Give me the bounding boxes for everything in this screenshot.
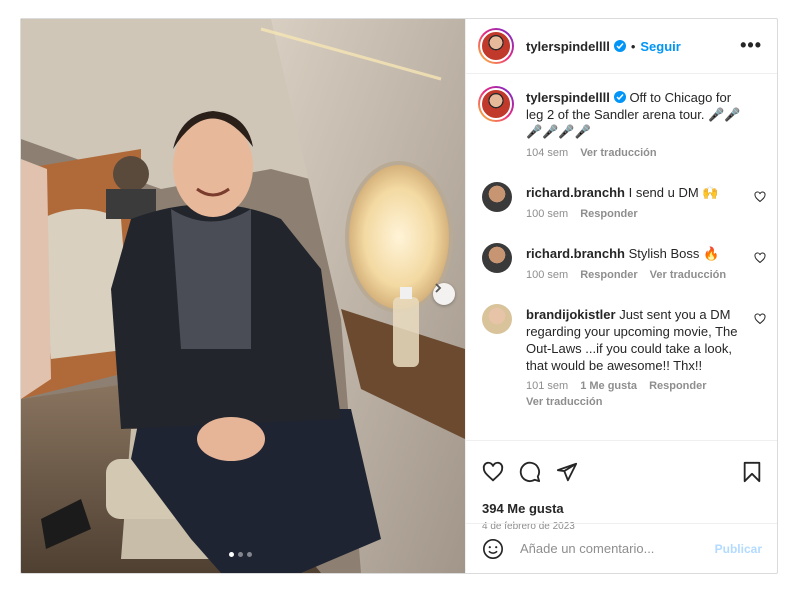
author-username[interactable]: tylerspindellll xyxy=(526,39,610,54)
reply-button[interactable]: Responder xyxy=(580,208,637,220)
like-icon[interactable] xyxy=(482,461,504,483)
follow-button[interactable]: Seguir xyxy=(640,39,680,54)
comment-item: richard.branchh I send u DM 🙌 xyxy=(526,184,746,201)
comment-time: 101 sem xyxy=(526,380,569,392)
post-media[interactable] xyxy=(21,19,465,573)
carousel-dot xyxy=(238,552,243,557)
comment-input[interactable] xyxy=(518,540,707,557)
comment-time: 100 sem xyxy=(526,208,569,220)
verified-badge-icon xyxy=(613,91,626,103)
reply-button[interactable]: Responder xyxy=(580,269,637,281)
comment-text: Stylish Boss 🔥 xyxy=(628,246,720,261)
comment-meta: 100 sem Responder xyxy=(526,208,650,220)
comment-item: brandijokistler Just sent you a DM regar… xyxy=(526,306,746,374)
comment-meta-translate: Ver traducción xyxy=(526,396,614,408)
emoji-icon[interactable] xyxy=(482,538,504,560)
author-avatar[interactable] xyxy=(478,28,514,64)
comment-like-icon[interactable] xyxy=(754,191,766,203)
add-comment-bar: Publicar xyxy=(466,523,777,573)
save-icon[interactable] xyxy=(742,461,762,483)
photo-jet-interior xyxy=(21,19,465,573)
caption-text: tylerspindellll Off to Chicago for leg 2… xyxy=(526,89,746,140)
comment-likes-count[interactable]: 1 Me gusta xyxy=(580,380,637,392)
comment-text: I send u DM 🙌 xyxy=(628,185,719,200)
caption-translate-link[interactable]: Ver traducción xyxy=(580,147,656,159)
chevron-right-icon xyxy=(435,283,442,293)
carousel-dot xyxy=(247,552,252,557)
comment-time: 100 sem xyxy=(526,269,569,281)
post-header: tylerspindellll • Seguir ••• xyxy=(466,19,777,74)
comment-like-icon[interactable] xyxy=(754,252,766,264)
comments-list: tylerspindellll Off to Chicago for leg 2… xyxy=(466,74,777,440)
post-side-panel: tylerspindellll • Seguir ••• tylerspindell… xyxy=(465,19,777,573)
carousel-indicator xyxy=(229,552,252,557)
comment-like-icon[interactable] xyxy=(754,313,766,325)
comment-username[interactable]: brandijokistler xyxy=(526,307,616,322)
caption-avatar[interactable] xyxy=(478,86,514,122)
comment-username[interactable]: richard.branchh xyxy=(526,185,625,200)
caption-time: 104 sem xyxy=(526,147,569,159)
caption-username[interactable]: tylerspindellll xyxy=(526,90,610,105)
caption-meta: 104 sem Ver traducción xyxy=(526,147,669,159)
share-icon[interactable] xyxy=(556,461,578,483)
comment-meta: 100 sem Responder Ver traducción xyxy=(526,269,738,281)
header-separator: • xyxy=(630,39,636,54)
comment-username[interactable]: richard.branchh xyxy=(526,246,625,261)
carousel-dot xyxy=(229,552,234,557)
more-options-icon[interactable]: ••• xyxy=(740,35,762,56)
likes-count[interactable]: 394 Me gusta xyxy=(482,501,564,516)
post-card: tylerspindellll • Seguir ••• tylerspindell… xyxy=(20,18,778,574)
comment-translate-link[interactable]: Ver traducción xyxy=(650,269,726,281)
publish-button[interactable]: Publicar xyxy=(715,542,762,556)
reply-button[interactable]: Responder xyxy=(649,380,706,392)
comment-translate-link[interactable]: Ver traducción xyxy=(526,396,602,408)
comment-avatar[interactable] xyxy=(482,182,512,212)
next-photo-button[interactable] xyxy=(433,283,455,305)
comment-avatar[interactable] xyxy=(482,243,512,273)
comment-item: richard.branchh Stylish Boss 🔥 xyxy=(526,245,746,262)
comment-meta: 101 sem 1 Me gusta Responder xyxy=(526,380,719,392)
verified-badge-icon xyxy=(613,40,626,52)
comment-avatar[interactable] xyxy=(482,304,512,334)
header-user: tylerspindellll • Seguir xyxy=(526,38,681,56)
comment-icon[interactable] xyxy=(519,461,541,483)
